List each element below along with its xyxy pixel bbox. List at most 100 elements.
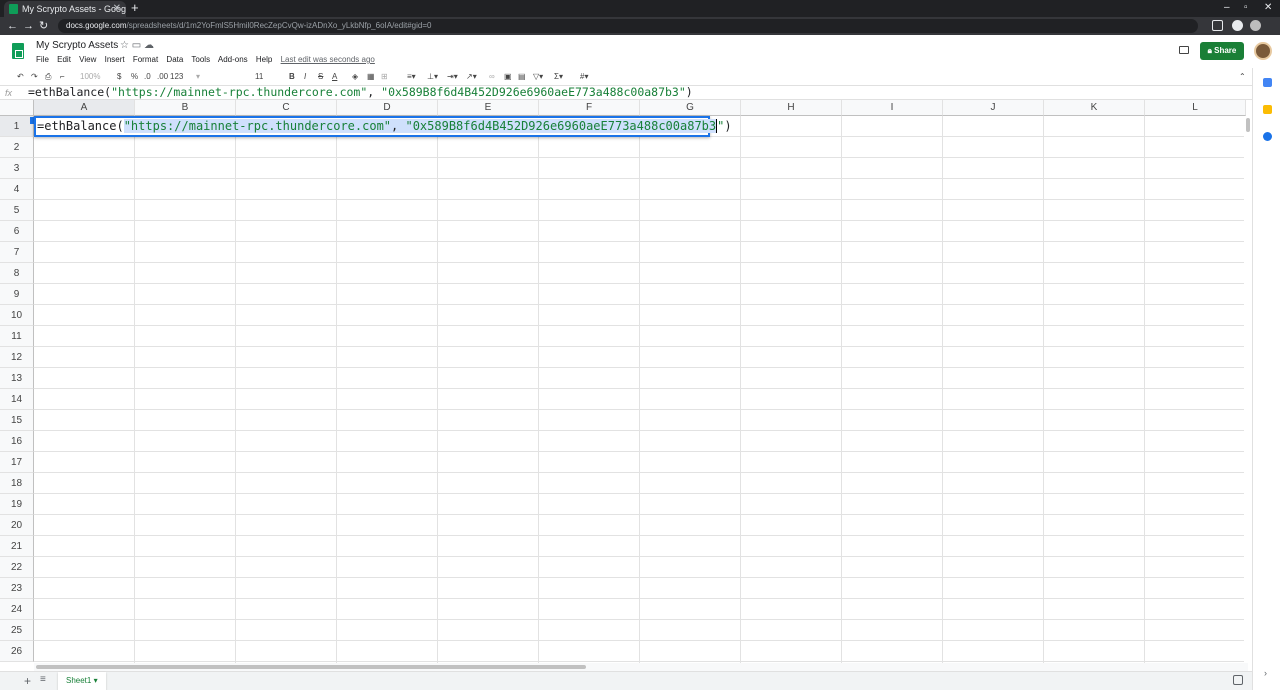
insert-chart-icon[interactable]: ▤ xyxy=(518,71,526,83)
keep-icon[interactable] xyxy=(1263,105,1272,114)
sheet-tab[interactable]: Sheet1 ▾ xyxy=(58,672,106,690)
star-icon[interactable]: ☆ ▭ ☁ xyxy=(120,40,154,51)
all-sheets-button[interactable]: ≡ xyxy=(40,674,46,685)
redo-icon[interactable]: ↷ xyxy=(31,71,38,83)
menu-edit[interactable]: Edit xyxy=(57,55,71,64)
row-header-12[interactable]: 12 xyxy=(0,347,34,368)
expand-panel-icon[interactable]: › xyxy=(1264,668,1267,678)
add-sheet-button[interactable]: + xyxy=(24,674,31,688)
column-header-c[interactable]: C xyxy=(236,100,337,116)
open-in-icon[interactable] xyxy=(1212,20,1223,31)
row-header-23[interactable]: 23 xyxy=(0,578,34,599)
share-button[interactable]: 🔒︎ Share xyxy=(1200,42,1244,60)
column-header-j[interactable]: J xyxy=(943,100,1044,116)
column-header-d[interactable]: D xyxy=(337,100,438,116)
vertical-scrollbar[interactable] xyxy=(1244,116,1252,664)
strikethrough-button[interactable]: S xyxy=(318,71,323,83)
menu-insert[interactable]: Insert xyxy=(105,55,125,64)
row-header-22[interactable]: 22 xyxy=(0,557,34,578)
menu-help[interactable]: Help xyxy=(256,55,272,64)
row-header-11[interactable]: 11 xyxy=(0,326,34,347)
row-header-1[interactable]: 1 xyxy=(0,116,34,137)
row-header-17[interactable]: 17 xyxy=(0,452,34,473)
undo-icon[interactable]: ↶ xyxy=(17,71,24,83)
select-all-corner[interactable] xyxy=(0,100,34,116)
number-format-button[interactable]: 123 xyxy=(170,71,183,83)
row-header-8[interactable]: 8 xyxy=(0,263,34,284)
menu-file[interactable]: File xyxy=(36,55,49,64)
menu-addons[interactable]: Add-ons xyxy=(218,55,248,64)
column-header-k[interactable]: K xyxy=(1044,100,1145,116)
spreadsheet-grid[interactable]: ABCDEFGHIJKL 1 2 3 4 5 6 7 8 9 10 11 12 13 14 15 16 17 18… xyxy=(0,100,1248,663)
tasks-icon[interactable] xyxy=(1263,132,1272,141)
forward-icon[interactable]: → xyxy=(23,19,34,33)
fill-color-icon[interactable]: ◈ xyxy=(352,71,358,83)
row-header-13[interactable]: 13 xyxy=(0,368,34,389)
extension-icon[interactable] xyxy=(1232,20,1243,31)
percent-button[interactable]: % xyxy=(131,71,138,83)
paint-format-icon[interactable]: ⌐ xyxy=(60,71,65,83)
column-header-f[interactable]: F xyxy=(539,100,640,116)
print-icon[interactable]: ⎙ xyxy=(45,71,51,83)
column-header-b[interactable]: B xyxy=(135,100,236,116)
increase-decimal-button[interactable]: .00 xyxy=(157,71,168,83)
comments-icon[interactable] xyxy=(1179,46,1189,54)
text-wrap-icon[interactable]: ⇥▾ xyxy=(447,71,458,83)
horizontal-scroll-thumb[interactable] xyxy=(36,665,586,669)
column-header-l[interactable]: L xyxy=(1145,100,1246,116)
zoom-select[interactable]: 100% xyxy=(80,71,100,83)
row-header-6[interactable]: 6 xyxy=(0,221,34,242)
row-header-14[interactable]: 14 xyxy=(0,389,34,410)
row-header-16[interactable]: 16 xyxy=(0,431,34,452)
reload-icon[interactable]: ↻ xyxy=(39,19,48,33)
browser-tab[interactable]: My Scrypto Assets - Googl ✕ xyxy=(4,1,126,17)
row-header-20[interactable]: 20 xyxy=(0,515,34,536)
insert-link-icon[interactable]: ∞ xyxy=(489,71,495,83)
last-edit-link[interactable]: Last edit was seconds ago xyxy=(281,55,375,64)
text-color-button[interactable]: A xyxy=(332,71,337,83)
bold-button[interactable]: B xyxy=(289,71,295,83)
row-header-25[interactable]: 25 xyxy=(0,620,34,641)
column-header-a[interactable]: A xyxy=(34,100,135,116)
maximize-button[interactable]: ▫ xyxy=(1244,0,1248,16)
minimize-button[interactable]: – xyxy=(1224,0,1230,16)
column-header-i[interactable]: I xyxy=(842,100,943,116)
formula-input[interactable]: =ethBalance("https://mainnet-rpc.thunder… xyxy=(28,85,693,100)
row-header-4[interactable]: 4 xyxy=(0,179,34,200)
borders-icon[interactable]: ▦ xyxy=(367,71,375,83)
column-header-e[interactable]: E xyxy=(438,100,539,116)
row-header-15[interactable]: 15 xyxy=(0,410,34,431)
currency-button[interactable]: $ xyxy=(117,71,121,83)
cell-editor-a1[interactable]: =ethBalance("https://mainnet-rpc.thunder… xyxy=(34,116,732,137)
row-header-5[interactable]: 5 xyxy=(0,200,34,221)
menu-tools[interactable]: Tools xyxy=(191,55,210,64)
filter-icon[interactable]: ▽▾ xyxy=(533,71,543,83)
input-tools-icon[interactable]: #▾ xyxy=(580,71,588,83)
url-field[interactable]: docs.google.com/spreadsheets/d/1m2YoFmlS… xyxy=(58,19,1198,33)
insert-comment-icon[interactable]: ▣ xyxy=(504,71,512,83)
horizontal-scrollbar[interactable] xyxy=(34,663,1248,671)
tab-close-icon[interactable]: ✕ xyxy=(113,1,121,17)
font-select[interactable]: ▾ xyxy=(196,71,242,83)
functions-icon[interactable]: Σ▾ xyxy=(554,71,563,83)
text-rotation-icon[interactable]: ↗▾ xyxy=(466,71,477,83)
row-header-9[interactable]: 9 xyxy=(0,284,34,305)
horizontal-align-icon[interactable]: ≡▾ xyxy=(407,71,416,83)
vertical-align-icon[interactable]: ⊥▾ xyxy=(427,71,438,83)
row-header-21[interactable]: 21 xyxy=(0,536,34,557)
row-header-18[interactable]: 18 xyxy=(0,473,34,494)
column-header-g[interactable]: G xyxy=(640,100,741,116)
row-header-10[interactable]: 10 xyxy=(0,305,34,326)
new-tab-button[interactable]: + xyxy=(131,0,139,16)
close-window-button[interactable]: ✕ xyxy=(1264,0,1272,16)
decrease-decimal-button[interactable]: .0 xyxy=(144,71,151,83)
profile-icon[interactable] xyxy=(1250,20,1261,31)
back-icon[interactable]: ← xyxy=(7,19,18,33)
row-header-2[interactable]: 2 xyxy=(0,137,34,158)
italic-button[interactable]: I xyxy=(304,71,306,83)
merge-cells-icon[interactable]: ⊞ xyxy=(381,71,388,83)
calendar-icon[interactable] xyxy=(1263,78,1272,87)
vertical-scroll-thumb[interactable] xyxy=(1246,118,1250,132)
document-title[interactable]: My Scrypto Assets xyxy=(36,40,118,51)
row-header-24[interactable]: 24 xyxy=(0,599,34,620)
